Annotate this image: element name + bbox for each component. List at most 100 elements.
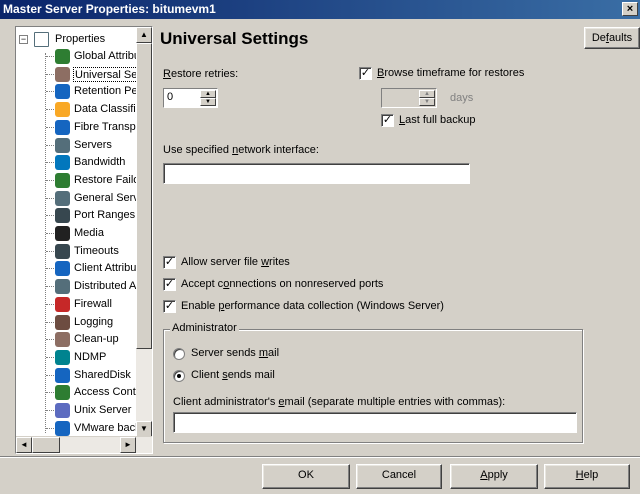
firewall-icon: [55, 297, 70, 312]
tree-item[interactable]: Bandwidth: [16, 154, 152, 171]
tree-connector: [46, 180, 54, 181]
ok-button[interactable]: OK: [262, 464, 350, 489]
tree-item-label: Media: [74, 227, 104, 239]
tree-connector: [46, 392, 54, 393]
tree-item-label: Firewall: [74, 298, 112, 310]
tree-item-label: Unix Server: [74, 404, 132, 416]
tree-item[interactable]: Port Ranges: [16, 207, 152, 224]
tree-vertical-scrollbar[interactable]: ▲ ▼: [136, 27, 152, 437]
tree-item[interactable]: Timeouts: [16, 243, 152, 260]
tree-item[interactable]: VMware backu: [16, 420, 152, 437]
classify-icon: [55, 102, 70, 117]
scroll-left-icon[interactable]: ◄: [16, 437, 32, 453]
stepper-down-icon[interactable]: ▼: [200, 98, 216, 106]
vmware-icon: [55, 421, 70, 436]
client-sends-mail-radio[interactable]: [173, 370, 185, 382]
tree-connector: [46, 268, 54, 269]
network-interface-label: Use specified network interface:: [163, 144, 319, 156]
window-title: Master Server Properties: bitumevm1: [3, 2, 216, 16]
tree-item-label: Port Ranges: [74, 209, 136, 221]
scrollbar-thumb[interactable]: [136, 43, 152, 349]
browse-timeframe-checkbox[interactable]: ✓: [359, 67, 372, 80]
help-post: elp: [583, 469, 599, 481]
tree-item[interactable]: NDMP: [16, 349, 152, 366]
stepper-up-icon[interactable]: ▲: [200, 90, 216, 98]
apply-button[interactable]: Apply: [450, 464, 538, 489]
page-title: Universal Settings: [160, 29, 309, 48]
tree-item[interactable]: Universal Setti: [16, 66, 152, 83]
last-full-backup-checkbox[interactable]: ✓: [381, 114, 394, 127]
tree-item[interactable]: Logging: [16, 314, 152, 331]
tree-connector: [46, 428, 54, 429]
client-mail-pre: Client: [191, 369, 223, 381]
last-full-backup-post: ast full backup: [405, 114, 476, 126]
tree-item[interactable]: SharedDisk: [16, 367, 152, 384]
tree-item[interactable]: Firewall: [16, 296, 152, 313]
server-sends-mail-label: Server sends mail: [191, 347, 279, 359]
client-email-input[interactable]: [173, 412, 577, 433]
tree-item[interactable]: Servers: [16, 137, 152, 154]
tree-item[interactable]: Access Contro: [16, 384, 152, 401]
client-sends-mail-label: Client sends mail: [191, 369, 275, 381]
tree-item[interactable]: Client Attribute: [16, 260, 152, 277]
tree-connector: [46, 286, 54, 287]
allow-writes-checkbox[interactable]: ✓: [163, 256, 176, 269]
tree-item[interactable]: Unix Server: [16, 402, 152, 419]
tree-item[interactable]: Data Classifica: [16, 101, 152, 118]
client-icon: [55, 261, 70, 276]
tree-connector: [46, 56, 54, 57]
tree-item[interactable]: Media: [16, 225, 152, 242]
scroll-right-icon[interactable]: ►: [120, 437, 136, 453]
restore-retries-post: estore retries:: [170, 68, 239, 80]
performance-collection-checkbox[interactable]: ✓: [163, 300, 176, 313]
apply-key: A: [480, 469, 488, 481]
scroll-up-icon[interactable]: ▲: [136, 27, 152, 43]
tree-item[interactable]: Restore Failov: [16, 172, 152, 189]
properties-icon: [34, 32, 49, 47]
ndmp-icon: [55, 350, 70, 365]
defaults-button[interactable]: Defaults: [584, 27, 640, 49]
port-icon: [55, 208, 70, 223]
properties-tree[interactable]: − Properties Global Attribut Universal Se…: [15, 26, 153, 454]
close-button[interactable]: ×: [622, 2, 638, 16]
distributed-icon: [55, 279, 70, 294]
tree-item-label: NDMP: [74, 351, 107, 363]
days-down-icon: ▼: [419, 98, 435, 106]
title-bar: Master Server Properties: bitumevm1 ×: [0, 0, 640, 19]
tree-horizontal-scrollbar[interactable]: ◄ ►: [16, 436, 152, 453]
tree-connector: [46, 127, 54, 128]
tree-list: − Properties Global Attribut Universal Se…: [16, 27, 152, 437]
horizontal-scrollbar-thumb[interactable]: [32, 437, 60, 453]
help-button[interactable]: Help: [544, 464, 630, 489]
scroll-down-icon[interactable]: ▼: [136, 421, 152, 437]
radio-selected-dot: [177, 374, 181, 378]
tree-item[interactable]: Global Attribut: [16, 48, 152, 65]
network-interface-input[interactable]: [163, 163, 470, 184]
allow-writes-post: rites: [269, 256, 290, 268]
tree-item[interactable]: Fibre Transpor: [16, 119, 152, 136]
collapse-icon[interactable]: −: [19, 35, 28, 44]
tree-item-label: Clean-up: [74, 333, 119, 345]
tree-connector: [46, 410, 54, 411]
tree-root[interactable]: − Properties: [16, 31, 152, 48]
calendar-icon: [55, 84, 70, 99]
allow-writes-pre: Allow server file: [181, 256, 262, 268]
server-icon: [55, 138, 70, 153]
accept-connections-checkbox[interactable]: ✓: [163, 278, 176, 291]
tree-connector: [46, 145, 54, 146]
tree-item[interactable]: Clean-up: [16, 331, 152, 348]
tree-item[interactable]: General Server: [16, 190, 152, 207]
server-mail-post: ail: [268, 347, 280, 359]
restore-retries-key: R: [163, 68, 171, 80]
tree-connector: [46, 91, 54, 92]
tree-item[interactable]: Retention Peri: [16, 83, 152, 100]
tree-item-label: Logging: [74, 316, 114, 328]
cancel-button[interactable]: Cancel: [356, 464, 442, 489]
apply-post: pply: [487, 469, 508, 481]
tree-item-label: Global Attribut: [74, 50, 144, 62]
footer-divider: [0, 456, 640, 457]
tree-item[interactable]: Distributed Ap: [16, 278, 152, 295]
restore-retries-stepper[interactable]: 0 ▲ ▼: [163, 88, 218, 108]
help-key: H: [575, 469, 584, 481]
server-sends-mail-radio[interactable]: [173, 348, 185, 360]
